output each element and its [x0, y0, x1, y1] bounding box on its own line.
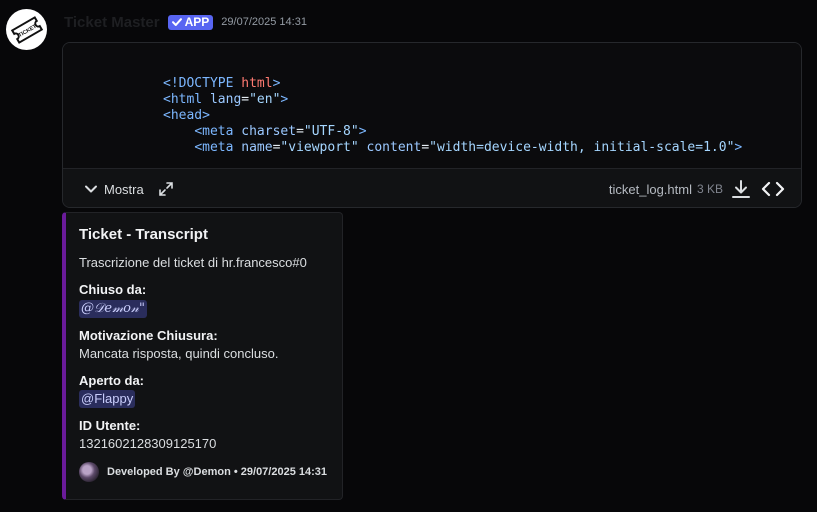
- mention-closed-by[interactable]: @𝒟𝑒𝓂𝑜𝓃": [79, 300, 147, 318]
- code-token: >: [280, 92, 289, 107]
- code-token: =: [296, 124, 304, 139]
- code-token: >: [734, 140, 743, 155]
- code-line: <html lang="en">: [163, 92, 801, 108]
- embed-description: Trascrizione del ticket di hr.francesco#…: [79, 255, 307, 270]
- field-name: Aperto da:: [79, 373, 144, 388]
- code-line: <meta name="viewport" content="width=dev…: [163, 140, 801, 156]
- code-token: html: [241, 76, 273, 91]
- file-name[interactable]: ticket_log.html: [609, 182, 692, 197]
- field-user-id: ID Utente: 1321602128309125170: [79, 417, 330, 453]
- transcript-embed: Ticket - Transcript Trascrizione del tic…: [62, 212, 343, 500]
- field-name: Motivazione Chiusura:: [79, 328, 218, 343]
- file-size: 3 KB: [696, 182, 723, 196]
- field-value: Mancata risposta, quindi concluso.: [79, 346, 279, 361]
- field-name: ID Utente:: [79, 418, 141, 433]
- code-preview: <!DOCTYPE html> <html lang="en"> <head> <m…: [63, 43, 801, 168]
- check-icon: [171, 18, 182, 26]
- expand-icon: [158, 182, 173, 196]
- code-token: =: [241, 92, 250, 107]
- attachment-toolbar: Mostra ticket_log.html 3 KB: [63, 168, 801, 207]
- app-badge: APP: [167, 14, 214, 30]
- field-closed-by: Chiuso da: @𝒟𝑒𝓂𝑜𝓃": [79, 281, 330, 318]
- field-opened-by: Aperto da: @Flappy: [79, 372, 330, 408]
- embed-footer: Developed By @Demon • 29/07/2025 14:31: [79, 462, 330, 482]
- code-line: <head>: [163, 108, 801, 124]
- code-token: lang: [209, 92, 242, 107]
- footer-avatar: [79, 462, 99, 482]
- code-token: <meta: [194, 140, 242, 155]
- author-name[interactable]: Ticket Master: [64, 14, 160, 31]
- code-line: <!DOCTYPE html>: [163, 76, 801, 92]
- code-token: <head>: [163, 108, 210, 123]
- code-token: >: [272, 76, 281, 91]
- code-token: <html: [163, 92, 210, 107]
- field-value: 1321602128309125170: [79, 436, 217, 451]
- expand-button[interactable]: [158, 181, 174, 197]
- code-token: "en": [249, 92, 281, 107]
- field-close-reason: Motivazione Chiusura: Mancata risposta, …: [79, 327, 330, 363]
- code-icon: [761, 181, 785, 197]
- code-token: <!DOCTYPE: [163, 76, 242, 91]
- message-timestamp[interactable]: 29/07/2025 14:31: [221, 16, 307, 28]
- code-token: "UTF-8": [303, 124, 359, 139]
- chevron-down-icon: [85, 185, 97, 193]
- message-header: Ticket Master APP 29/07/2025 14:31: [64, 12, 307, 32]
- code-token: charset: [241, 124, 297, 139]
- download-icon: [732, 180, 750, 198]
- code-token: "width=device-width, initial-scale=1.0": [429, 140, 735, 155]
- view-code-button[interactable]: [761, 179, 785, 199]
- embed-title: Ticket - Transcript: [79, 226, 208, 243]
- app-badge-label: APP: [184, 15, 210, 29]
- field-name: Chiuso da:: [79, 282, 147, 297]
- ticket-icon: TICKET: [10, 15, 43, 44]
- code-token: content: [366, 140, 422, 155]
- code-token: <meta: [194, 124, 242, 139]
- bot-avatar[interactable]: TICKET: [6, 9, 47, 50]
- footer-text: Developed By @Demon • 29/07/2025 14:31: [107, 466, 328, 478]
- code-token: >: [358, 124, 367, 139]
- show-more-button[interactable]: Mostra: [83, 181, 144, 197]
- code-line: <meta charset="UTF-8">: [163, 124, 801, 140]
- code-token: "viewport": [280, 140, 359, 155]
- code-token: name: [241, 140, 273, 155]
- code-attachment: <!DOCTYPE html> <html lang="en"> <head> <m…: [62, 42, 802, 208]
- mention-opened-by[interactable]: @Flappy: [79, 390, 136, 408]
- show-more-label: Mostra: [104, 181, 144, 197]
- code-token: =: [421, 140, 430, 155]
- download-button[interactable]: [730, 178, 752, 200]
- file-meta: ticket_log.html 3 KB: [609, 178, 801, 200]
